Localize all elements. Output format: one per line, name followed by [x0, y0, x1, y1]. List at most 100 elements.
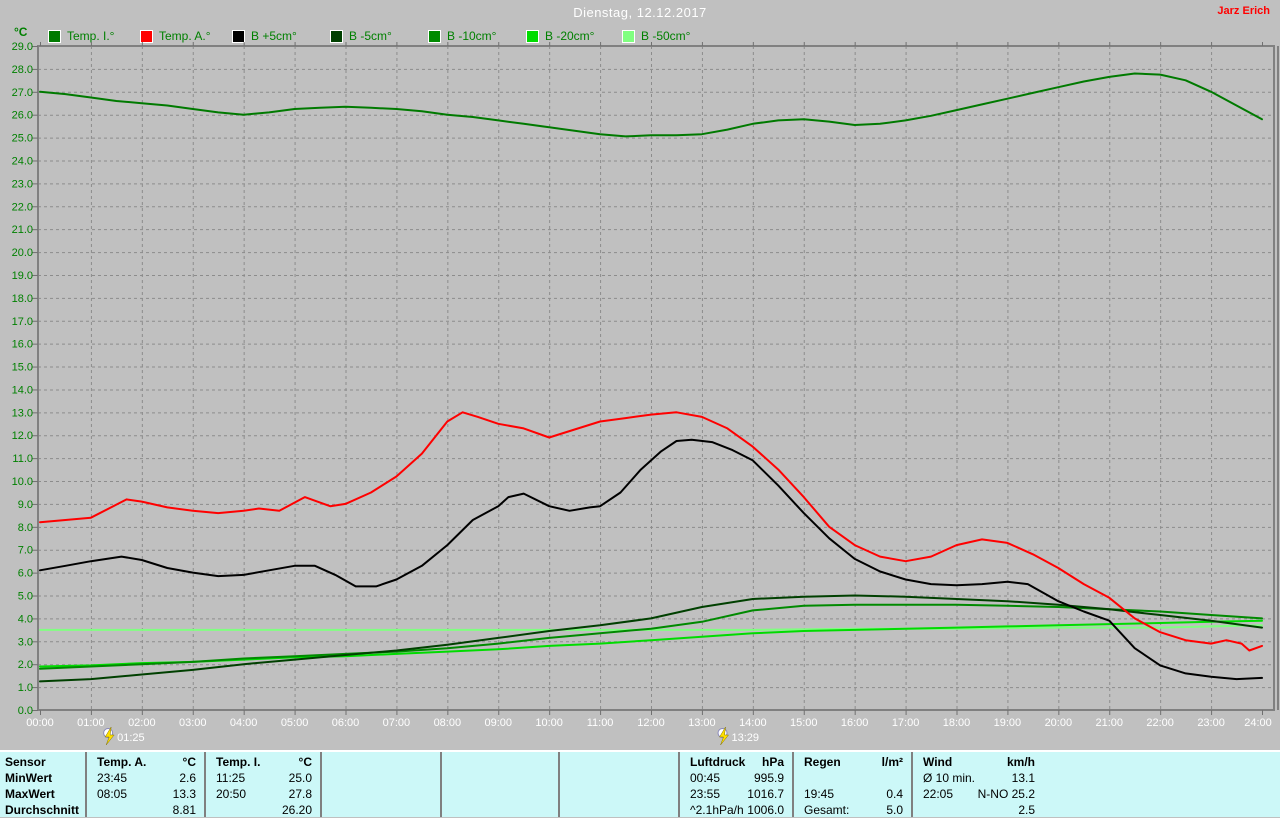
svg-text:13:00: 13:00 — [688, 717, 716, 729]
svg-text:02:00: 02:00 — [128, 717, 156, 729]
table-column-empty-3 — [442, 752, 560, 817]
event-markers: 01:25 13:29 — [103, 726, 759, 746]
svg-text:19.0: 19.0 — [12, 270, 33, 282]
axis-ticks — [32, 42, 1263, 715]
svg-text:8.0: 8.0 — [18, 522, 33, 534]
table-column-header: Luftdruck hPa — [690, 755, 784, 769]
svg-text:16.0: 16.0 — [12, 339, 33, 351]
table-column-header: Temp. A. °C — [97, 755, 196, 769]
svg-text:11:00: 11:00 — [587, 717, 614, 729]
table-cell: Ø 10 min. 13.1 — [923, 771, 1035, 785]
table-cell — [442, 786, 558, 802]
temperature-chart: 29.0 28.0 27.0 26.0 25.0 24.0 23.0 22.0 21.0 20.0… — [12, 41, 1279, 746]
svg-text:04:00: 04:00 — [230, 717, 258, 729]
svg-text:20:00: 20:00 — [1045, 717, 1073, 729]
svg-text:21.0: 21.0 — [12, 224, 33, 236]
table-cell: 22:05 N-NO 25.2 — [923, 787, 1035, 801]
table-cell: 00:45 995.9 — [690, 771, 784, 785]
svg-text:23.0: 23.0 — [12, 178, 33, 190]
svg-text:08:00: 08:00 — [434, 717, 462, 729]
svg-text:9.0: 9.0 — [18, 499, 33, 511]
table-cell: 26.20 — [281, 803, 312, 817]
table-cell — [560, 802, 678, 818]
event-marker: 01:25 — [103, 726, 145, 746]
svg-text:21:00: 21:00 — [1095, 717, 1123, 729]
svg-text:01:00: 01:00 — [77, 717, 105, 729]
event-marker: 13:29 — [717, 726, 759, 746]
svg-text:24.0: 24.0 — [12, 155, 33, 167]
table-cell — [560, 786, 678, 802]
svg-text:23:00: 23:00 — [1197, 717, 1225, 729]
table-column-regen: Regen l/m² 19:45 0.4 Gesamt: 5.0 — [794, 752, 913, 817]
svg-text:27.0: 27.0 — [12, 87, 33, 99]
table-cell — [322, 802, 440, 818]
table-column-header — [442, 754, 558, 770]
svg-text:00:00: 00:00 — [26, 717, 54, 729]
table-cell: 19:45 0.4 — [804, 787, 903, 801]
svg-text:17:00: 17:00 — [892, 717, 920, 729]
svg-text:0.0: 0.0 — [18, 705, 33, 717]
table-cell — [794, 770, 911, 786]
table-column-header: Temp. I. °C — [216, 755, 312, 769]
table-column-luftdruck: Luftdruck hPa 00:45 995.9 23:55 1016.7 ^2.1hPa… — [680, 752, 794, 817]
svg-text:18:00: 18:00 — [943, 717, 971, 729]
series-b-plus5 — [39, 438, 1263, 681]
table-column-temp-a-: Temp. A. °C 23:45 2.6 08:05 13.3 8.81 — [87, 752, 206, 817]
svg-text:20.0: 20.0 — [12, 247, 33, 259]
svg-text:14:00: 14:00 — [739, 717, 767, 729]
marker-time-label: 01:25 — [117, 732, 145, 744]
svg-text:2.0: 2.0 — [18, 659, 33, 671]
table-cell: Gesamt: 5.0 — [804, 803, 903, 817]
table-column-header — [322, 754, 440, 770]
svg-text:16:00: 16:00 — [841, 717, 869, 729]
svg-text:22.0: 22.0 — [12, 201, 33, 213]
svg-text:24:00: 24:00 — [1244, 717, 1272, 729]
y-axis-labels: 29.0 28.0 27.0 26.0 25.0 24.0 23.0 22.0 21.0 20.0… — [12, 41, 33, 717]
svg-text:10.0: 10.0 — [12, 476, 33, 488]
table-cell — [442, 770, 558, 786]
svg-text:10:00: 10:00 — [535, 717, 563, 729]
table-column-temp-i-: Temp. I. °C 11:25 25.0 20:50 27.8 26.20 — [206, 752, 322, 817]
svg-text:4.0: 4.0 — [18, 613, 33, 625]
table-cell: 11:25 25.0 — [216, 771, 312, 785]
table-cell: 20:50 27.8 — [216, 787, 312, 801]
svg-text:6.0: 6.0 — [18, 568, 33, 580]
table-column-empty-2 — [322, 752, 442, 817]
svg-text:12:00: 12:00 — [637, 717, 665, 729]
chart-frame — [37, 45, 1279, 711]
table-row-label: MaxWert — [5, 787, 55, 801]
svg-text:15:00: 15:00 — [790, 717, 818, 729]
table-column-empty-4 — [560, 752, 680, 817]
table-cell — [322, 770, 440, 786]
table-row-label: Sensor — [5, 755, 46, 769]
svg-text:06:00: 06:00 — [332, 717, 360, 729]
svg-text:07:00: 07:00 — [383, 717, 411, 729]
svg-text:17.0: 17.0 — [12, 316, 33, 328]
table-cell: 2.5 — [1018, 803, 1035, 817]
svg-text:14.0: 14.0 — [12, 384, 33, 396]
svg-text:19:00: 19:00 — [994, 717, 1022, 729]
table-column-wind: Wind km/h Ø 10 min. 13.1 22:05 N-NO 25.2 2.5 — [913, 752, 1043, 817]
svg-text:22:00: 22:00 — [1146, 717, 1174, 729]
table-cell — [560, 770, 678, 786]
svg-text:18.0: 18.0 — [12, 293, 33, 305]
table-cell: 08:05 13.3 — [97, 787, 196, 801]
svg-text:28.0: 28.0 — [12, 64, 33, 76]
svg-text:05:00: 05:00 — [281, 717, 309, 729]
svg-text:12.0: 12.0 — [12, 430, 33, 442]
svg-text:15.0: 15.0 — [12, 362, 33, 374]
table-row-label: MinWert — [5, 771, 53, 785]
svg-text:5.0: 5.0 — [18, 591, 33, 603]
table-column-header — [560, 754, 678, 770]
svg-text:26.0: 26.0 — [12, 110, 33, 122]
table-column-header: Regen l/m² — [804, 755, 903, 769]
table-column-filler — [1043, 752, 1280, 817]
x-axis-labels: 00:00 01:00 02:00 03:00 04:00 05:00 06:00 07:00… — [26, 717, 1272, 729]
table-cell: 23:45 2.6 — [97, 771, 196, 785]
table-cell — [322, 786, 440, 802]
svg-text:3.0: 3.0 — [18, 636, 33, 648]
svg-text:11.0: 11.0 — [12, 453, 33, 465]
svg-text:09:00: 09:00 — [484, 717, 512, 729]
table-cell: 8.81 — [172, 803, 196, 817]
svg-text:13.0: 13.0 — [12, 407, 33, 419]
